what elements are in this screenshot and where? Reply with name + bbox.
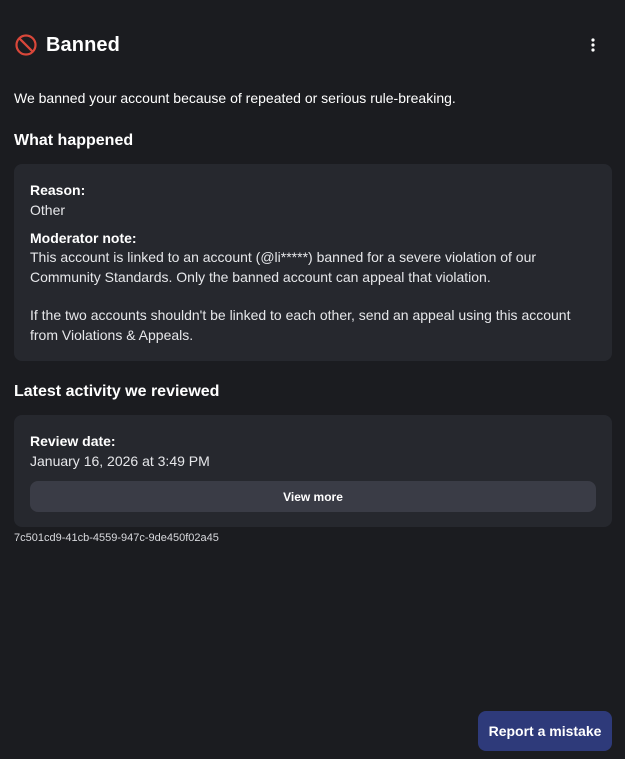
reason-label: Reason: <box>30 182 86 198</box>
no-entry-icon <box>14 33 38 57</box>
case-id: 7c501cd9-41cb-4559-947c-9de450f02a45 <box>14 532 219 544</box>
latest-activity-card: Review date: January 16, 2026 at 3:49 PM… <box>14 415 612 527</box>
page-title: Banned <box>46 33 120 56</box>
view-more-button[interactable]: View more <box>30 481 596 512</box>
latest-activity-heading: Latest activity we reviewed <box>14 383 220 400</box>
more-vertical-icon <box>591 38 595 52</box>
what-happened-heading: What happened <box>14 132 134 149</box>
moderator-note-label: Moderator note: <box>30 230 137 246</box>
moderator-note-paragraph: This account is linked to an account (@l… <box>30 249 537 285</box>
reason-value: Other <box>30 202 66 218</box>
review-date-label: Review date: <box>30 433 116 449</box>
review-date-value: January 16, 2026 at 3:49 PM <box>30 453 210 469</box>
header: Banned <box>14 32 611 58</box>
more-options-button[interactable] <box>585 34 601 56</box>
moderator-note-paragraph-appeal: If the two accounts shouldn't be linked … <box>30 307 571 343</box>
ban-notice-page: Banned We banned your account because of… <box>0 0 625 759</box>
ban-explanation: We banned your account because of repeat… <box>14 90 456 106</box>
report-mistake-button[interactable]: Report a mistake <box>478 711 612 751</box>
what-happened-card: Reason: Other Moderator note: This accou… <box>14 164 612 361</box>
